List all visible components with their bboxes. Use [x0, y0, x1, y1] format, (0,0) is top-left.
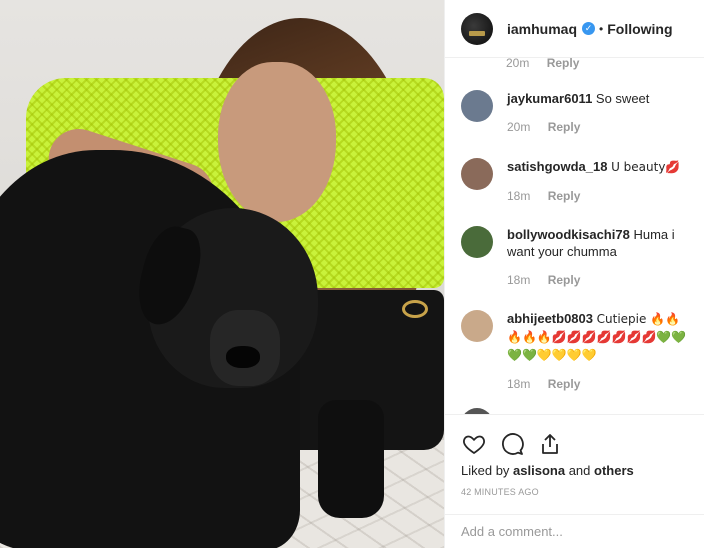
add-comment-bar [445, 514, 704, 548]
liked-others-link[interactable]: others [594, 463, 634, 478]
comment-username[interactable]: abhijeetb0803 [507, 311, 593, 326]
following-button[interactable]: Following [607, 21, 672, 37]
heart-icon[interactable] [461, 431, 487, 457]
post-header: iamhumaq ✓ • Following [445, 0, 704, 58]
avatar[interactable] [461, 226, 493, 258]
username-link[interactable]: iamhumaq [507, 21, 577, 37]
boot [318, 400, 384, 518]
share-icon[interactable] [537, 431, 563, 457]
reply-button[interactable]: Reply [548, 273, 581, 287]
reply-button[interactable]: Reply [548, 189, 581, 203]
reply-button[interactable]: Reply [548, 377, 581, 391]
comment-input[interactable] [461, 524, 681, 539]
list-item: bollywoodkisachi78 Huma i want your chum… [461, 226, 697, 289]
post-side-panel: iamhumaq ✓ • Following 20m Reply jaykuma… [444, 0, 704, 548]
comment-text: U beauty💋 [611, 160, 681, 174]
reply-button[interactable]: Reply [548, 120, 581, 134]
list-item: satishgowda_18 U beauty💋 18m Reply [461, 158, 697, 205]
post-timestamp[interactable]: 42 MINUTES AGO [461, 487, 539, 497]
verified-badge-icon: ✓ [582, 22, 596, 35]
post-actions: Liked by aslisona and others 42 MINUTES … [445, 414, 704, 514]
comment-text: So sweet [595, 91, 650, 106]
avatar[interactable] [461, 310, 493, 342]
comment-time: 20m [507, 120, 531, 134]
comment-username[interactable]: satishgowda_18 [507, 159, 607, 174]
belt-buckle [402, 300, 428, 318]
comments-list[interactable]: 20m Reply jaykumar6011 So sweet 20m Repl… [445, 58, 704, 414]
likes-summary: Liked by aslisona and others [461, 463, 634, 478]
comment-username[interactable]: jaykumar6011 [507, 91, 592, 106]
face [218, 62, 336, 222]
comment-time: 18m [507, 273, 531, 287]
liked-by-user-link[interactable]: aslisona [513, 463, 565, 478]
list-item: jaykumar6011 So sweet 20m Reply [461, 90, 697, 136]
clipped-comment-meta: 20m Reply [506, 58, 580, 70]
avatar[interactable] [461, 90, 493, 122]
comment-time: 18m [507, 377, 531, 391]
comment-username[interactable]: bollywoodkisachi78 [507, 227, 630, 242]
comment-icon[interactable] [499, 431, 525, 457]
separator-dot: • [599, 21, 604, 36]
action-icons [461, 431, 575, 457]
list-item: abhijeetb0803 Cutiepie 🔥🔥🔥🔥🔥💋💋💋💋💋💋💋💚💚💚💚💛… [461, 310, 697, 393]
post-photo[interactable] [0, 0, 444, 548]
avatar[interactable] [461, 158, 493, 190]
comment-time: 18m [507, 189, 531, 203]
dog-nose [226, 346, 260, 368]
avatar[interactable] [461, 12, 493, 45]
